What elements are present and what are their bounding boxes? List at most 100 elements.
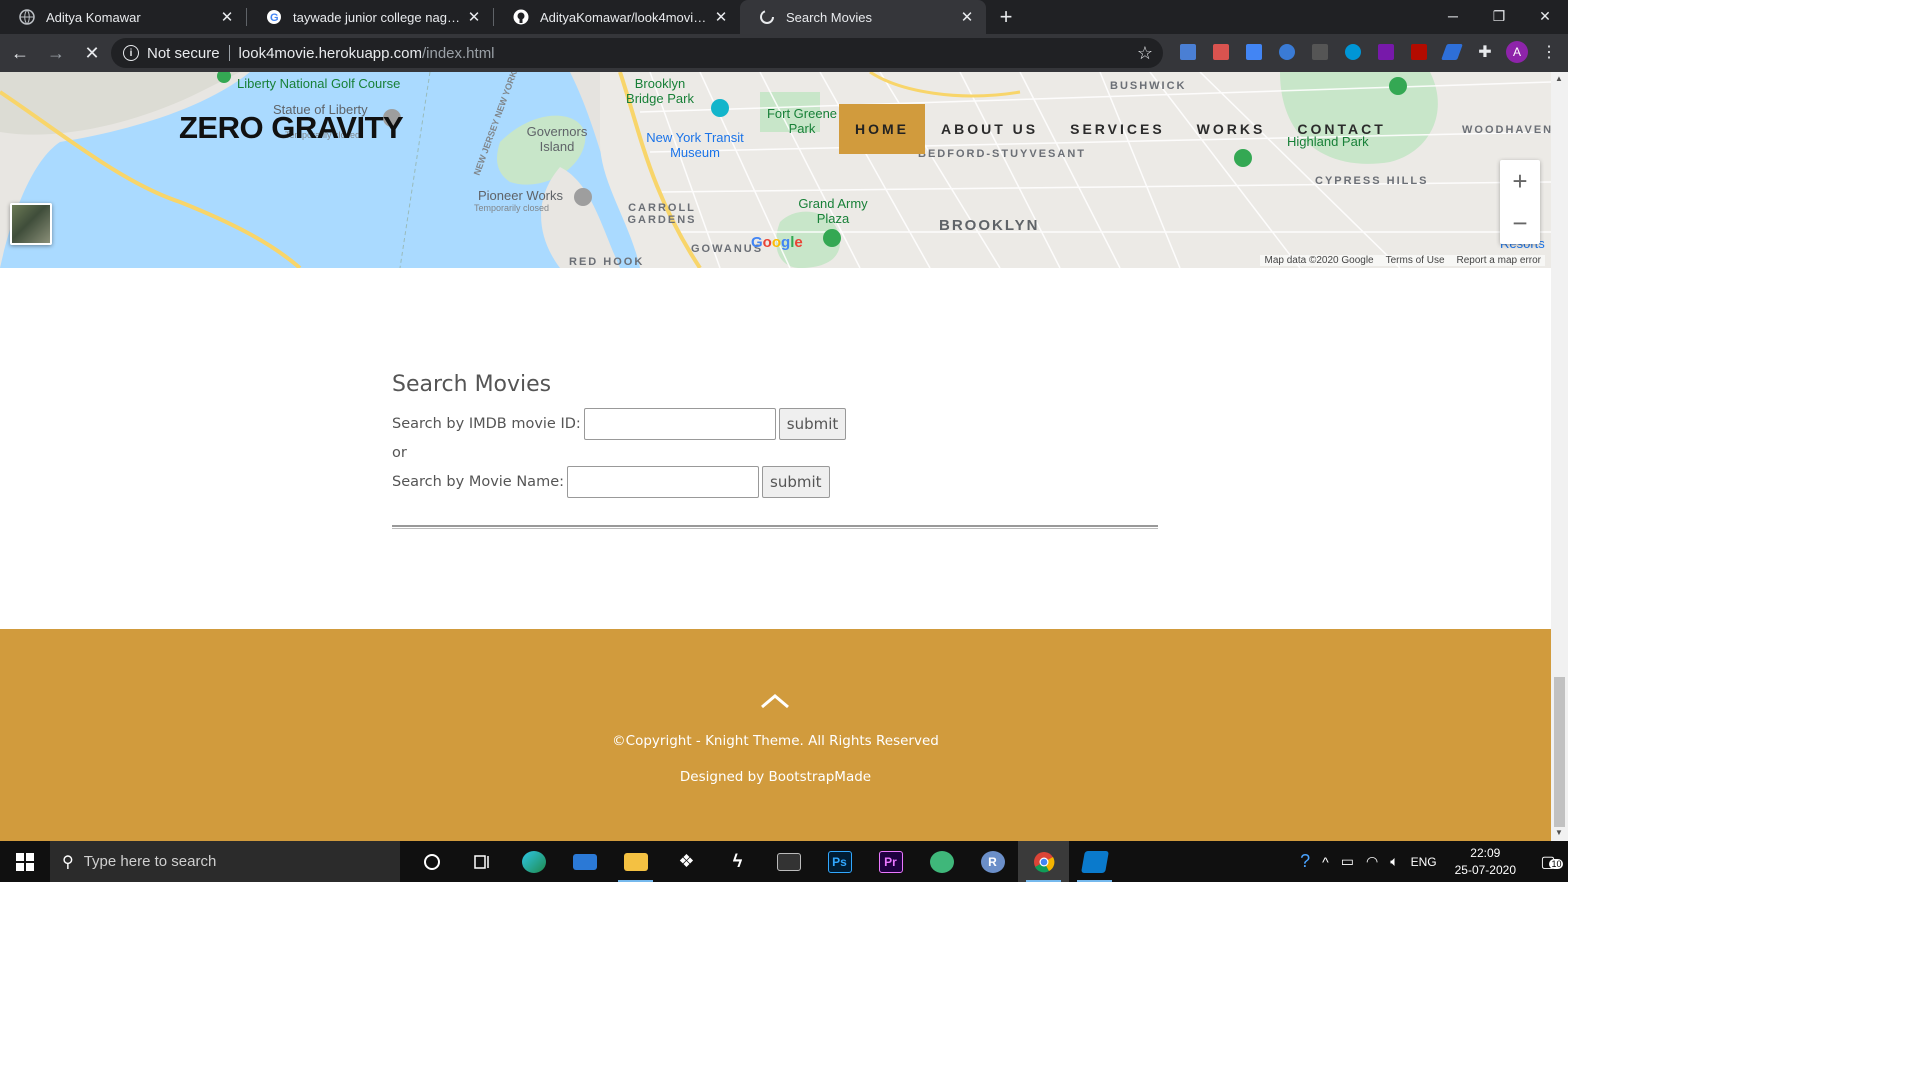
r-icon[interactable]: R bbox=[967, 841, 1018, 882]
photoshop-icon[interactable]: Ps bbox=[814, 841, 865, 882]
imdb-search-row: Search by IMDB movie ID: submit bbox=[392, 407, 1158, 441]
search-section: Search Movies Search by IMDB movie ID: s… bbox=[392, 372, 1158, 529]
tab-title: taywade junior college nagput - G bbox=[293, 9, 465, 25]
nav-about-us[interactable]: ABOUT US bbox=[925, 104, 1054, 154]
tab-github[interactable]: AdityaKomawar/look4movie: Yo ✕ bbox=[494, 0, 740, 34]
nav-home[interactable]: HOME bbox=[839, 104, 925, 154]
zoom-in-button[interactable]: + bbox=[1500, 160, 1540, 202]
site-nav: HOME ABOUT US SERVICES WORKS CONTACT bbox=[839, 104, 1402, 154]
windows-start-icon[interactable] bbox=[0, 841, 50, 882]
extension-feather-icon[interactable] bbox=[1440, 40, 1464, 64]
close-tab-icon[interactable]: ✕ bbox=[712, 8, 730, 26]
task-view-icon[interactable] bbox=[457, 841, 508, 882]
chrome-icon[interactable] bbox=[1018, 841, 1069, 882]
movie-name-input[interactable] bbox=[567, 466, 760, 498]
new-tab-button[interactable]: + bbox=[986, 0, 1026, 34]
google-map[interactable]: Liberty National Golf Course Statue of L… bbox=[0, 72, 1551, 268]
site-footer: ©Copyright - Knight Theme. All Rights Re… bbox=[0, 629, 1551, 841]
menu-kebab-icon[interactable]: ⋮ bbox=[1537, 40, 1561, 64]
search-heading: Search Movies bbox=[392, 372, 552, 397]
scroll-down-arrow-icon[interactable]: ▼ bbox=[1555, 828, 1563, 837]
extension-calendar-icon[interactable] bbox=[1176, 40, 1200, 64]
stop-loading-icon[interactable]: ✕ bbox=[76, 37, 108, 69]
cortana-icon[interactable] bbox=[406, 841, 457, 882]
loading-icon bbox=[758, 8, 776, 26]
vscode-icon[interactable] bbox=[1069, 841, 1120, 882]
svg-text:G: G bbox=[270, 12, 279, 24]
taskbar-search-input[interactable]: ⚲ Type here to search bbox=[50, 841, 400, 882]
horizontal-rule bbox=[392, 525, 1158, 529]
nav-contact[interactable]: CONTACT bbox=[1281, 104, 1401, 154]
tab-title: Aditya Komawar bbox=[46, 9, 141, 25]
report-map-error-link[interactable]: Report a map error bbox=[1457, 255, 1541, 266]
extension-translate-icon[interactable] bbox=[1242, 40, 1266, 64]
search-icon: ⚲ bbox=[62, 853, 74, 871]
battery-icon[interactable]: ▭ bbox=[1335, 853, 1360, 870]
map-label-grand-army-plaza: Grand Army Plaza bbox=[798, 196, 868, 226]
volume-icon[interactable]: 🔈︎ bbox=[1384, 853, 1404, 870]
dropbox-icon[interactable]: ❖ bbox=[661, 841, 712, 882]
copyright-text: ©Copyright - Knight Theme. All Rights Re… bbox=[612, 733, 939, 749]
wifi-icon[interactable]: ◠ bbox=[1360, 853, 1384, 870]
maps-icon[interactable] bbox=[916, 841, 967, 882]
satellite-toggle-button[interactable] bbox=[10, 203, 52, 245]
extension-hp-icon[interactable] bbox=[1341, 40, 1365, 64]
extension-pdf-icon[interactable] bbox=[1407, 40, 1431, 64]
forward-icon[interactable]: → bbox=[40, 37, 72, 69]
bookmark-star-icon[interactable]: ☆ bbox=[1137, 43, 1153, 64]
nav-services[interactable]: SERVICES bbox=[1054, 104, 1181, 154]
imdb-submit-button[interactable]: submit bbox=[778, 408, 847, 440]
notifications-icon[interactable]: ▢ 10 bbox=[1528, 852, 1568, 872]
scroll-up-icon[interactable] bbox=[760, 693, 790, 709]
site-brand[interactable]: ZERO GRAVITY bbox=[179, 110, 404, 146]
back-icon[interactable]: ← bbox=[4, 37, 36, 69]
extension-onenote-icon[interactable] bbox=[1374, 40, 1398, 64]
profile-avatar[interactable]: A bbox=[1506, 41, 1528, 63]
restore-icon[interactable]: ❐ bbox=[1476, 0, 1522, 32]
imdb-id-input[interactable] bbox=[583, 408, 776, 440]
tab-google-search[interactable]: G taywade junior college nagput - G ✕ bbox=[247, 0, 493, 34]
github-icon bbox=[512, 8, 530, 26]
close-tab-icon[interactable]: ✕ bbox=[958, 8, 976, 26]
info-icon[interactable]: i bbox=[123, 45, 139, 61]
google-icon: G bbox=[265, 8, 283, 26]
close-tab-icon[interactable]: ✕ bbox=[465, 8, 483, 26]
wave-icon[interactable]: ϟ bbox=[712, 841, 763, 882]
map-label-cypress-hills: CYPRESS HILLS bbox=[1315, 175, 1429, 187]
chevron-up-icon[interactable]: ^ bbox=[1316, 854, 1335, 870]
language-indicator[interactable]: ENG bbox=[1405, 855, 1443, 869]
map-label-bushwick: BUSHWICK bbox=[1110, 80, 1187, 92]
scroll-up-arrow-icon[interactable]: ▲ bbox=[1555, 74, 1563, 83]
file-explorer-icon[interactable] bbox=[610, 841, 661, 882]
close-window-icon[interactable]: ✕ bbox=[1522, 0, 1568, 32]
terms-of-use-link[interactable]: Terms of Use bbox=[1386, 255, 1445, 266]
movie-name-submit-button[interactable]: submit bbox=[762, 466, 830, 498]
close-tab-icon[interactable]: ✕ bbox=[218, 8, 236, 26]
extension-counter-icon[interactable] bbox=[1308, 40, 1332, 64]
edge-icon[interactable] bbox=[508, 841, 559, 882]
map-label-brooklyn-bridge-park: Brooklyn Bridge Park bbox=[626, 76, 694, 106]
mail-icon[interactable] bbox=[559, 841, 610, 882]
map-label-woodhaven: WOODHAVEN bbox=[1462, 124, 1551, 136]
clock[interactable]: 22:09 25-07-2020 bbox=[1443, 845, 1528, 879]
extensions-puzzle-icon[interactable]: ✚ bbox=[1473, 40, 1497, 64]
address-bar[interactable]: i Not secure look4movie.herokuapp.com/in… bbox=[111, 38, 1163, 68]
notification-count: 10 bbox=[1549, 858, 1564, 869]
minimize-icon[interactable]: ─ bbox=[1430, 0, 1476, 32]
designed-by-link[interactable]: Designed by BootstrapMade bbox=[0, 769, 1551, 785]
scrollbar-thumb[interactable] bbox=[1554, 677, 1565, 827]
help-icon[interactable]: ? bbox=[1294, 851, 1316, 872]
tab-aditya[interactable]: Aditya Komawar ✕ bbox=[0, 0, 246, 34]
url-path: /index.html bbox=[421, 44, 495, 62]
page-scrollbar[interactable]: ▲ ▼ bbox=[1551, 72, 1568, 841]
premiere-icon[interactable]: Pr bbox=[865, 841, 916, 882]
tab-title: AdityaKomawar/look4movie: Yo bbox=[540, 9, 712, 25]
terminal-icon[interactable] bbox=[763, 841, 814, 882]
zoom-out-button[interactable]: − bbox=[1500, 202, 1540, 244]
page-viewport: Liberty National Golf Course Statue of L… bbox=[0, 72, 1568, 841]
extension-red-icon[interactable] bbox=[1209, 40, 1233, 64]
extension-dropbox-icon[interactable] bbox=[1275, 40, 1299, 64]
nav-works[interactable]: WORKS bbox=[1181, 104, 1282, 154]
tab-search-movies[interactable]: Search Movies ✕ bbox=[740, 0, 986, 34]
map-label-transit-museum: New York Transit Museum bbox=[646, 130, 744, 160]
